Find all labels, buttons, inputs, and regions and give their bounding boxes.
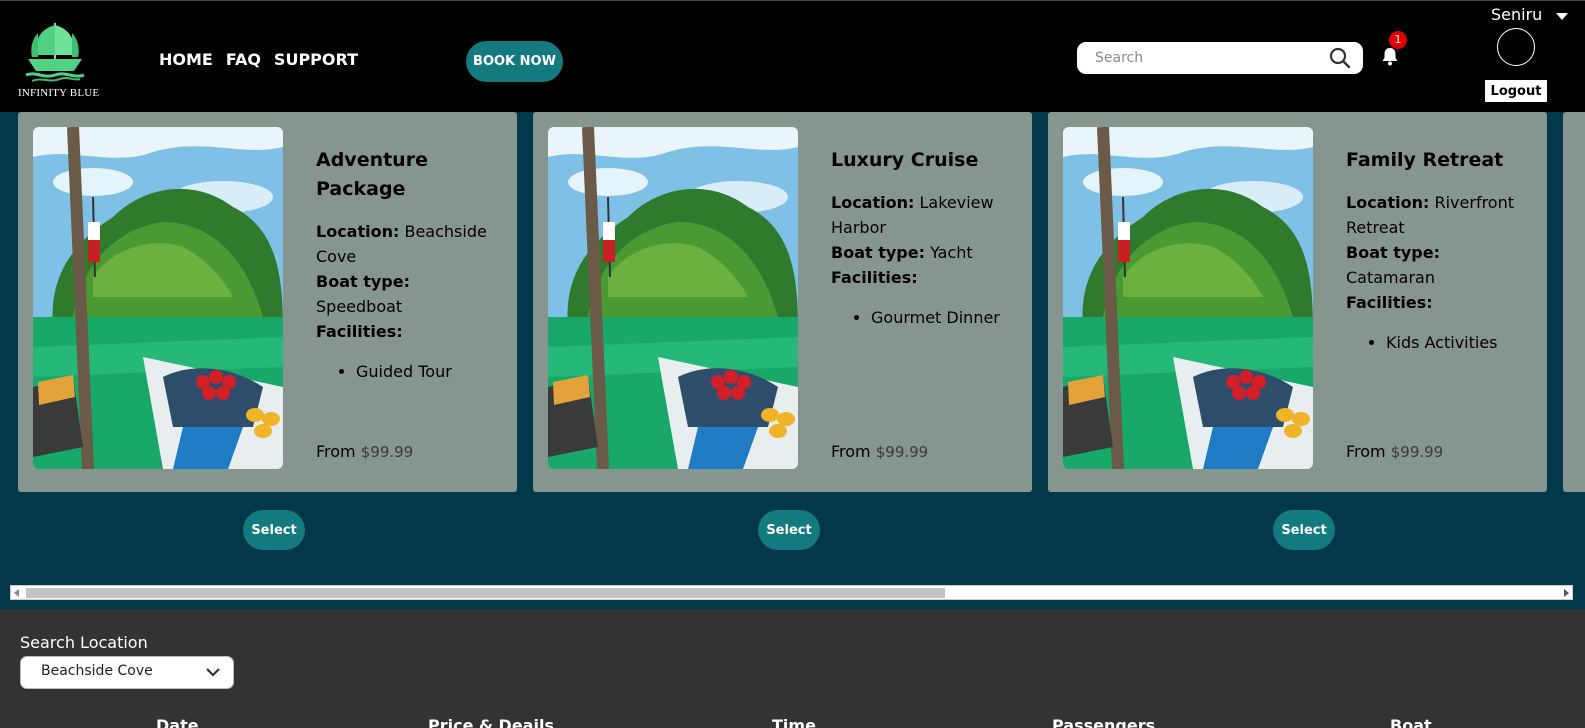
package-image [1063, 127, 1313, 469]
main-nav: HOME FAQ SUPPORT [159, 50, 358, 69]
column-header-boat: Boat [1390, 716, 1432, 728]
location-select[interactable]: Beachside Cove [20, 656, 234, 689]
facilities-label: Facilities: [316, 322, 403, 341]
location-row: Location: Lakeview Harbor [831, 190, 1011, 240]
scroll-left-icon[interactable] [14, 589, 19, 597]
boat-type-value: Speedboat [316, 297, 403, 316]
package-details: Adventure Package Location: Beachside Co… [316, 146, 496, 384]
package-details: Family Retreat Location: Riverfront Retr… [1346, 146, 1526, 355]
user-name[interactable]: Seniru [1491, 5, 1542, 24]
location-label: Location: [1346, 193, 1430, 212]
scrollbar-thumb[interactable] [26, 588, 945, 598]
boat-type-value: Yacht [930, 243, 973, 262]
facilities-label: Facilities: [831, 268, 918, 287]
brand-logo[interactable]: INFINITY BLUE [16, 19, 99, 103]
avatar[interactable] [1497, 28, 1535, 66]
facilities-label: Facilities: [1346, 293, 1433, 312]
package-image [548, 127, 798, 469]
ship-logo-icon [25, 23, 85, 82]
scroll-right-icon[interactable] [1564, 589, 1569, 597]
notification-badge: 1 [1389, 31, 1407, 49]
search-bar [1077, 42, 1363, 74]
location-row: Location: Beachside Cove [316, 219, 496, 269]
boat-type-label: Boat type: [1346, 243, 1440, 262]
column-header-price: Price & Deails [428, 716, 554, 728]
price: From $99.99 [1346, 442, 1443, 461]
location-label: Location: [831, 193, 915, 212]
search-input[interactable] [1095, 48, 1315, 68]
boat-type-row: Boat type: Yacht [831, 240, 1011, 265]
package-title: Family Retreat [1346, 149, 1504, 171]
price: From $99.99 [831, 442, 928, 461]
facility-item: Gourmet Dinner [871, 305, 1011, 330]
boat-type-row: Boat type: Speedboat [316, 269, 496, 319]
horizontal-scrollbar[interactable] [10, 585, 1573, 600]
select-package-button[interactable]: Select [1273, 510, 1335, 550]
logout-button[interactable]: Logout [1485, 80, 1547, 102]
package-card: Luxury Cruise Location: Lakeview Harbor … [533, 112, 1032, 492]
nav-faq-link[interactable]: FAQ [226, 50, 261, 69]
facilities-list: Guided Tour [356, 359, 496, 384]
column-header-date: Date [156, 716, 199, 728]
nav-home-link[interactable]: HOME [159, 50, 213, 69]
select-package-button[interactable]: Select [758, 510, 820, 550]
price-amount: $99.99 [360, 443, 414, 461]
boat-type-value: Catamaran [1346, 268, 1435, 287]
package-card: Adventure Package Location: Beachside Co… [18, 112, 517, 492]
price-amount: $99.99 [875, 443, 929, 461]
search-icon[interactable] [1329, 47, 1351, 69]
location-select-value: Beachside Cove [41, 663, 153, 679]
bell-icon[interactable] [1381, 46, 1399, 66]
package-title: Adventure Package [316, 149, 428, 200]
nav-support-link[interactable]: SUPPORT [274, 50, 358, 69]
book-now-button[interactable]: BOOK NOW [466, 41, 563, 82]
package-details: Luxury Cruise Location: Lakeview Harbor … [831, 146, 1011, 330]
facility-item: Guided Tour [356, 359, 496, 384]
price-prefix: From [1346, 442, 1386, 461]
package-card: Family Retreat Location: Riverfront Retr… [1048, 112, 1547, 492]
search-panel: Search Location Beachside Cove Date Pric… [0, 609, 1585, 728]
column-header-passengers: Passengers [1052, 716, 1156, 728]
facilities-list: Gourmet Dinner [871, 305, 1011, 330]
facilities-list: Kids Activities [1386, 330, 1526, 355]
location-row: Location: Riverfront Retreat [1346, 190, 1526, 240]
boat-type-label: Boat type: [316, 272, 410, 291]
price-prefix: From [316, 442, 356, 461]
boat-type-label: Boat type: [831, 243, 925, 262]
select-package-button[interactable]: Select [243, 510, 305, 550]
caret-down-icon[interactable] [1556, 13, 1568, 20]
search-location-label: Search Location [20, 633, 148, 652]
top-navbar: INFINITY BLUE HOME FAQ SUPPORT BOOK NOW … [0, 0, 1585, 112]
chevron-down-icon [206, 668, 220, 677]
column-header-time: Time [772, 716, 816, 728]
package-title: Luxury Cruise [831, 149, 979, 171]
boat-type-row: Boat type: Catamaran [1346, 240, 1526, 290]
price: From $99.99 [316, 442, 413, 461]
price-prefix: From [831, 442, 871, 461]
package-image [33, 127, 283, 469]
package-card-partial [1563, 112, 1585, 492]
location-label: Location: [316, 222, 400, 241]
facility-item: Kids Activities [1386, 330, 1526, 355]
logo-text: INFINITY BLUE [18, 87, 100, 99]
price-amount: $99.99 [1390, 443, 1444, 461]
